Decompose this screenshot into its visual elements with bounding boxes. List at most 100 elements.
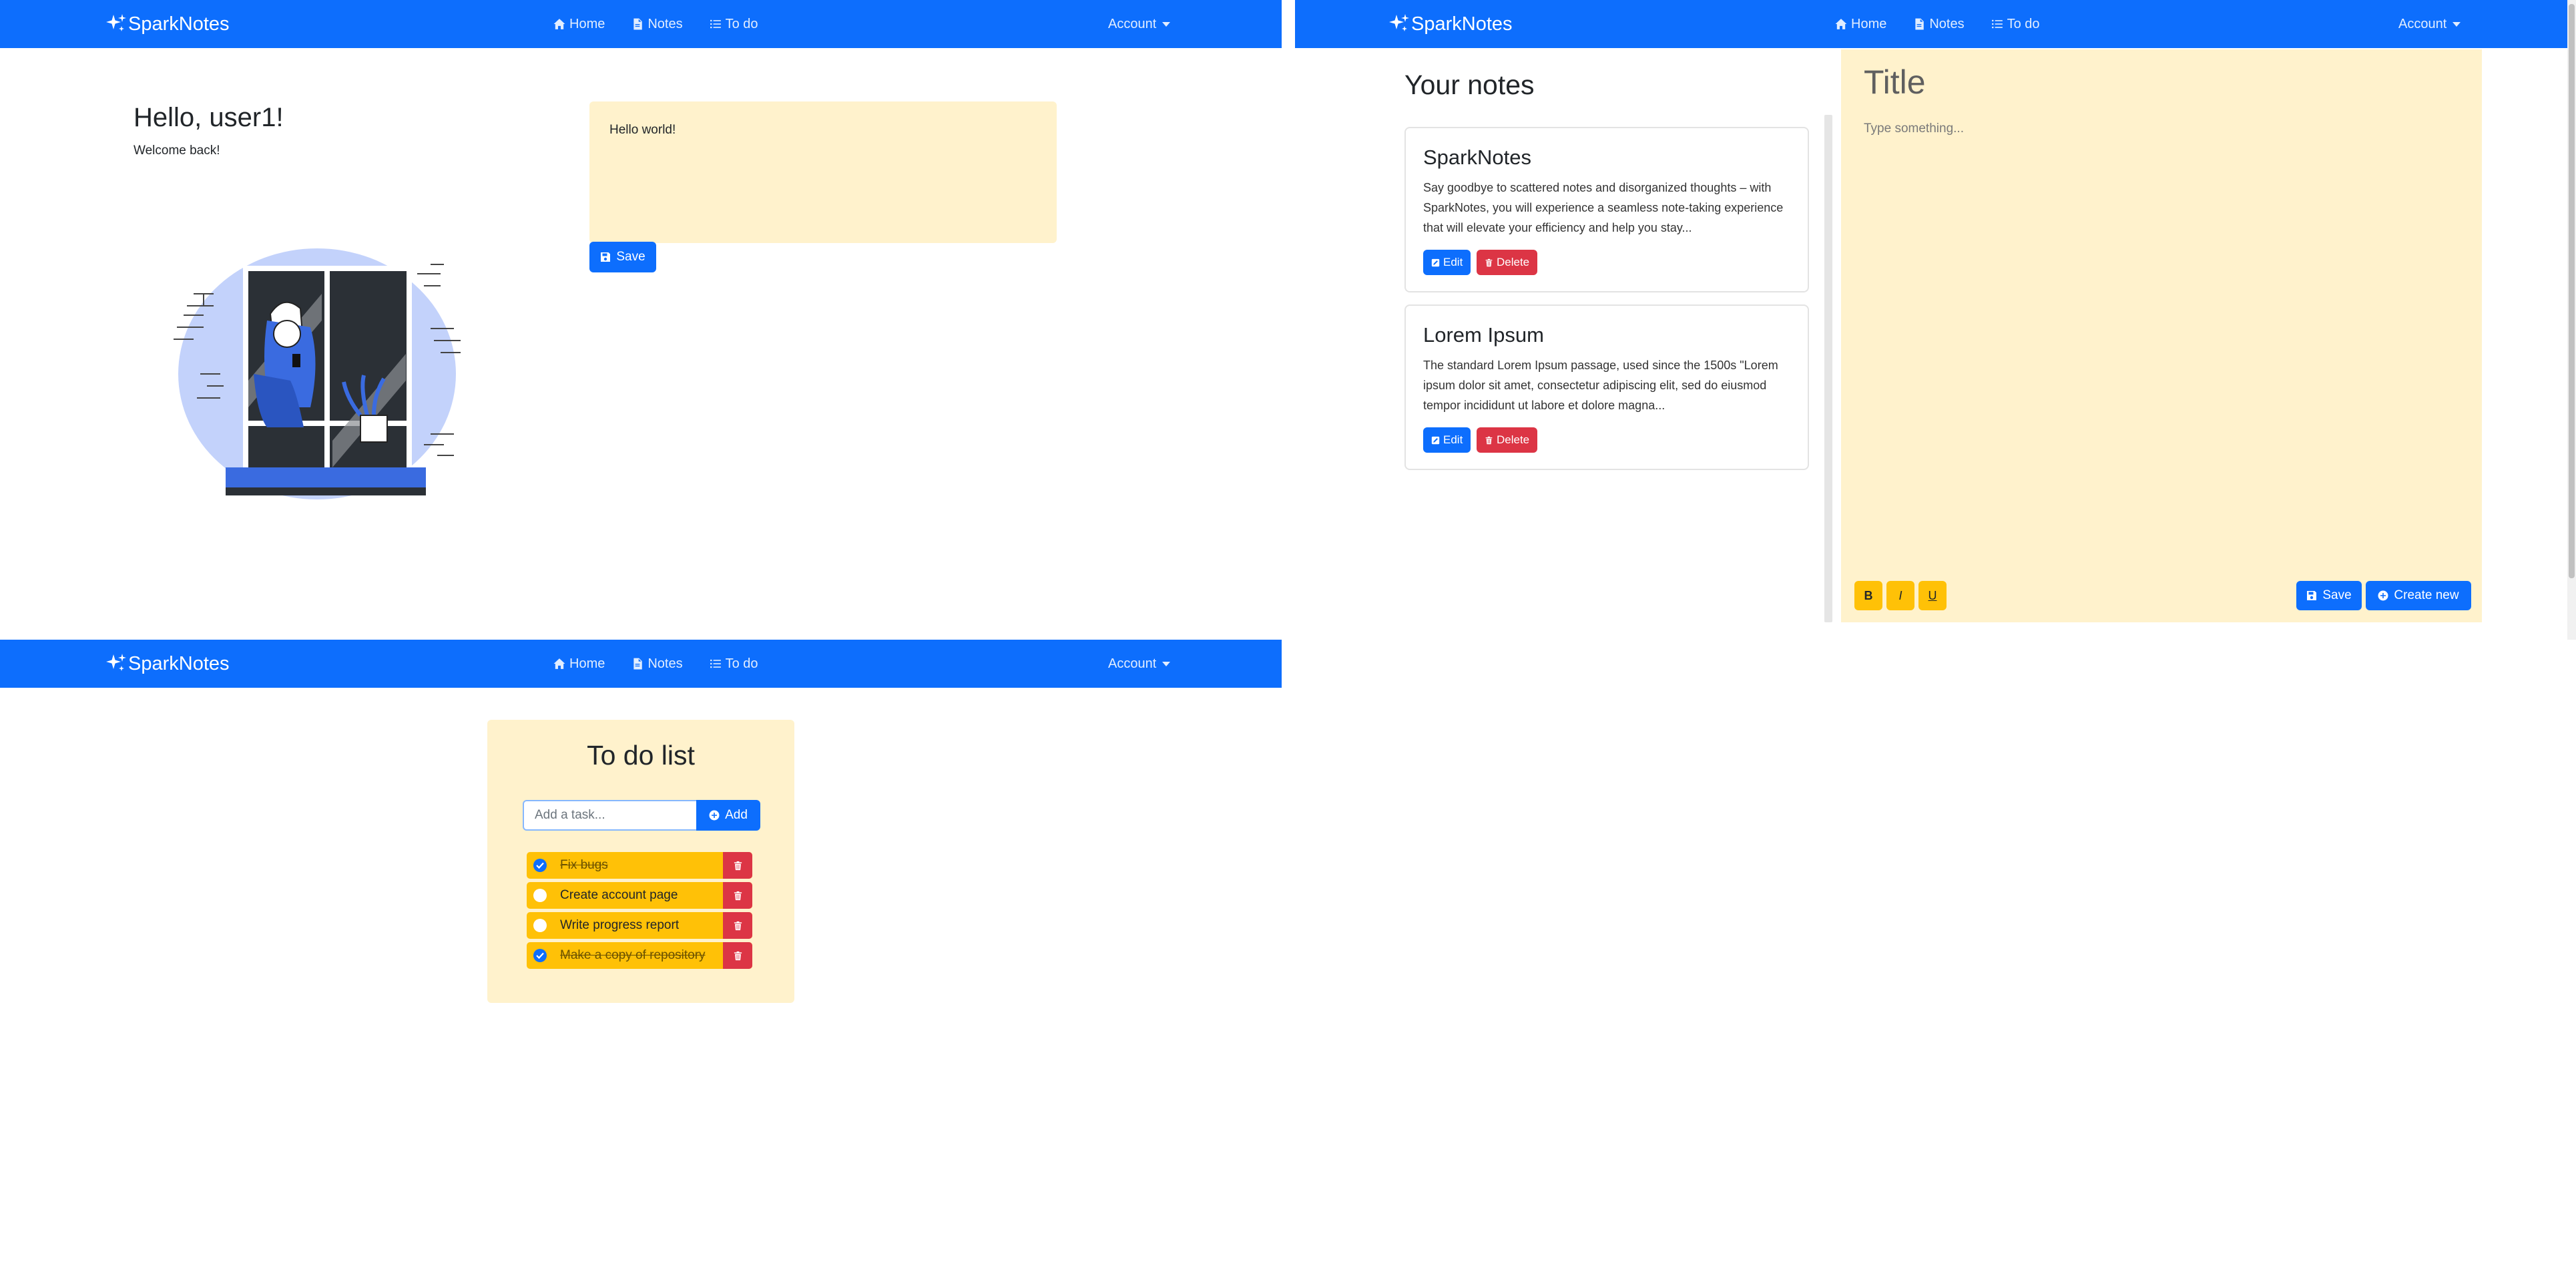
nav-todo[interactable]: To do <box>1991 17 2040 32</box>
italic-button[interactable]: I <box>1886 581 1914 610</box>
note-excerpt: The standard Lorem Ipsum passage, used s… <box>1423 359 1778 412</box>
brand-logo[interactable]: SparkNotes <box>105 640 230 688</box>
navbar: SparkNotes Home Notes To do Account <box>1295 0 2576 48</box>
account-label: Account <box>1108 656 1157 671</box>
save-label: Save <box>2322 588 2352 602</box>
brand-logo[interactable]: SparkNotes <box>105 0 230 48</box>
task-label: Fix bugs <box>560 858 608 872</box>
notes-page: SparkNotes Home Notes To do Account Your… <box>1295 0 2576 640</box>
nav-notes[interactable]: Notes <box>1913 16 1965 32</box>
bold-button[interactable]: B <box>1854 581 1882 610</box>
nav-notes-label: Notes <box>648 656 683 671</box>
nav-links: Home Notes To do <box>1835 0 2067 48</box>
task-input[interactable]: Add a task... <box>523 800 698 831</box>
account-dropdown[interactable]: Account <box>1108 640 1171 688</box>
nav-links: Home Notes To do <box>553 640 785 688</box>
nav-notes[interactable]: Notes <box>631 656 683 672</box>
delete-task-button[interactable] <box>723 882 752 909</box>
house-icon <box>1835 18 1847 30</box>
greeting-heading: Hello, user1! <box>134 103 284 132</box>
account-dropdown[interactable]: Account <box>1108 0 1171 48</box>
file-icon <box>631 658 643 670</box>
delete-task-button[interactable] <box>723 912 752 939</box>
nav-todo[interactable]: To do <box>710 656 758 672</box>
check-icon <box>536 952 544 959</box>
note-card[interactable]: SparkNotes Say goodbye to scattered note… <box>1404 127 1809 292</box>
caret-down-icon <box>2453 21 2461 27</box>
notes-list-scrollbar[interactable] <box>1824 115 1832 622</box>
trash-icon <box>1485 258 1493 267</box>
nav-home-label: Home <box>1851 16 1887 31</box>
caret-down-icon <box>1162 661 1171 666</box>
task-checkbox[interactable] <box>533 949 547 962</box>
note-card[interactable]: Lorem Ipsum The standard Lorem Ipsum pas… <box>1404 304 1809 470</box>
nav-todo-label: To do <box>2007 16 2040 31</box>
home-page: SparkNotes Home Notes To do Account Hell… <box>0 0 1282 640</box>
quick-note-box[interactable]: Hello world! <box>589 101 1057 243</box>
trash-icon <box>733 951 743 961</box>
add-task-button[interactable]: Add <box>696 800 760 831</box>
edit-label: Edit <box>1443 433 1463 446</box>
create-new-button[interactable]: Create new <box>2366 581 2471 610</box>
note-title-input[interactable]: Title <box>1864 63 1926 101</box>
trash-icon <box>733 891 743 901</box>
caret-down-icon <box>1162 21 1171 27</box>
note-body-input[interactable]: Type something... <box>1864 122 1964 136</box>
underline-button[interactable]: U <box>1918 581 1947 610</box>
nav-notes[interactable]: Notes <box>631 17 683 32</box>
nav-todo[interactable]: To do <box>710 17 758 32</box>
sparkle-icon <box>1388 13 1410 35</box>
brand-logo[interactable]: SparkNotes <box>1388 0 1513 48</box>
window-illustration <box>174 248 461 499</box>
house-icon <box>553 18 565 30</box>
edit-button[interactable]: Edit <box>1423 427 1471 453</box>
trash-icon <box>733 861 743 871</box>
delete-label: Delete <box>1497 256 1530 268</box>
nav-home-label: Home <box>569 16 605 31</box>
task-checkbox[interactable] <box>533 889 547 902</box>
task-checkbox[interactable] <box>533 859 547 872</box>
task-item: Create account page <box>527 882 752 909</box>
list-icon <box>710 18 722 30</box>
task-item: Write progress report <box>527 912 752 939</box>
page-scrollbar[interactable] <box>2567 0 2576 640</box>
delete-task-button[interactable] <box>723 852 752 879</box>
task-item: Fix bugs <box>527 852 752 879</box>
delete-label: Delete <box>1497 433 1530 446</box>
delete-button[interactable]: Delete <box>1477 250 1538 275</box>
list-icon <box>1991 18 2003 30</box>
brand-name: SparkNotes <box>1411 13 1513 35</box>
task-label: Make a copy of repository <box>560 948 706 962</box>
plus-circle-icon <box>709 810 720 821</box>
bold-label: B <box>1864 588 1873 602</box>
underline-label: U <box>1928 588 1937 602</box>
task-item: Make a copy of repository <box>527 942 752 969</box>
nav-home[interactable]: Home <box>553 656 605 672</box>
todo-heading: To do list <box>587 740 695 771</box>
note-editor[interactable]: Title Type something... B I U Save Creat… <box>1841 49 2482 622</box>
quick-note-text: Hello world! <box>609 123 676 137</box>
nav-home[interactable]: Home <box>553 17 605 32</box>
brand-name: SparkNotes <box>128 652 230 674</box>
save-button[interactable]: Save <box>589 242 656 272</box>
list-icon <box>710 658 722 670</box>
navbar: SparkNotes Home Notes To do Account <box>0 640 1282 688</box>
plus-circle-icon <box>2378 590 2388 601</box>
delete-button[interactable]: Delete <box>1477 427 1538 453</box>
floppy-icon <box>2306 590 2317 601</box>
account-dropdown[interactable]: Account <box>2398 0 2461 48</box>
task-checkbox[interactable] <box>533 919 547 932</box>
brand-name: SparkNotes <box>128 13 230 35</box>
floppy-icon <box>600 252 611 262</box>
edit-button[interactable]: Edit <box>1423 250 1471 275</box>
file-icon <box>1913 18 1925 30</box>
delete-task-button[interactable] <box>723 942 752 969</box>
italic-label: I <box>1898 588 1902 602</box>
welcome-text: Welcome back! <box>134 144 220 158</box>
nav-links: Home Notes To do <box>553 0 785 48</box>
nav-home[interactable]: Home <box>1835 17 1886 32</box>
save-button[interactable]: Save <box>2296 581 2362 610</box>
save-label: Save <box>616 250 646 264</box>
nav-notes-label: Notes <box>1929 16 1965 31</box>
scrollbar-thumb[interactable] <box>2569 4 2575 578</box>
